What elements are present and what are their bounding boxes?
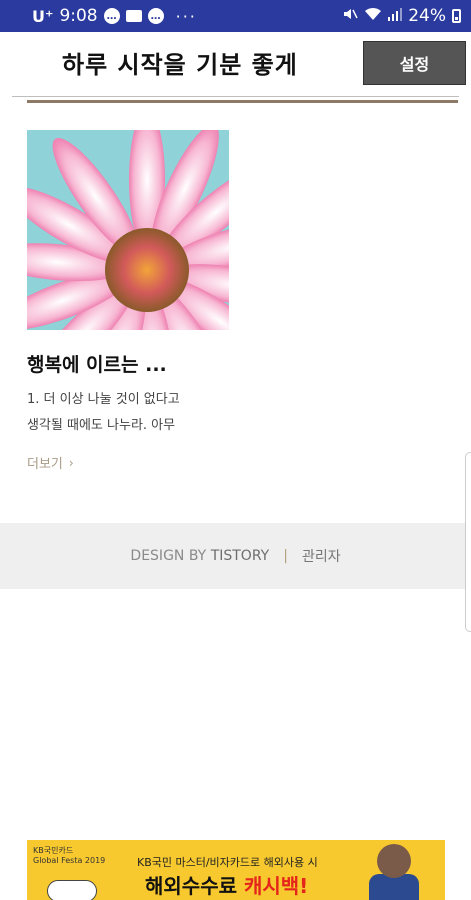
ad-model-photo xyxy=(377,844,411,878)
signal-icon xyxy=(388,7,403,25)
post-excerpt: 1. 더 이상 나눌 것이 없다고 생각될 때에도 나누라. 아무 xyxy=(27,392,180,433)
blog-header: 하루 시작을 기분 좋게 설정 xyxy=(0,32,471,92)
more-notifications-icon: ··· xyxy=(175,6,197,26)
ad-illustration xyxy=(47,880,97,900)
ad-text-line1: KB국민 마스터/비자카드로 해외사용 시 xyxy=(137,856,318,869)
mail-icon xyxy=(125,10,142,22)
footer-separator: | xyxy=(283,548,288,564)
message-icon: … xyxy=(103,8,120,24)
edge-panel-handle[interactable] xyxy=(465,452,471,632)
status-bar: U⁺ 9:08 … … ··· 24% xyxy=(0,0,471,32)
accent-rule xyxy=(27,100,458,103)
blog-title[interactable]: 하루 시작을 기분 좋게 xyxy=(62,45,298,80)
ad-brand: KB국민카드 Global Festa 2019 xyxy=(33,846,105,866)
ad-brand-event: Global Festa 2019 xyxy=(33,856,106,865)
ad-text-line2: 해외수수료 캐시백! xyxy=(145,870,308,899)
wifi-icon xyxy=(364,6,382,26)
design-by-label: DESIGN BY xyxy=(130,548,207,564)
read-more-label: 더보기 xyxy=(27,457,63,472)
site-footer: DESIGN BY TISTORY | 관리자 xyxy=(0,523,471,589)
clock: 9:08 xyxy=(59,6,98,26)
ad-banner[interactable]: KB국민카드 Global Festa 2019 KB국민 마스터/비자카드로 … xyxy=(27,840,445,900)
mute-icon xyxy=(342,6,358,26)
carrier-label: U⁺ xyxy=(32,6,54,26)
settings-button[interactable]: 설정 xyxy=(363,41,466,85)
admin-link[interactable]: 관리자 xyxy=(302,546,341,566)
battery-percent: 24% xyxy=(408,6,446,26)
post-card[interactable]: 행복에 이르는 ... 1. 더 이상 나눌 것이 없다고 생각될 때에도 나누… xyxy=(27,130,229,473)
status-right: 24% xyxy=(342,6,461,26)
ad-headline-highlight: 캐시백! xyxy=(243,874,309,898)
ad-headline: 해외수수료 xyxy=(145,874,244,898)
status-left: U⁺ 9:08 … … ··· xyxy=(32,6,197,26)
tistory-link[interactable]: TISTORY xyxy=(211,548,270,564)
battery-icon xyxy=(452,9,461,23)
chat-icon: … xyxy=(147,8,164,24)
post-thumbnail[interactable] xyxy=(27,130,229,330)
read-more-link[interactable]: 더보기 › xyxy=(27,453,227,473)
post-title[interactable]: 행복에 이르는 ... xyxy=(27,350,227,377)
chevron-right-icon: › xyxy=(68,455,74,470)
ad-brand-name: KB국민카드 xyxy=(33,846,74,855)
header-divider xyxy=(12,96,459,97)
